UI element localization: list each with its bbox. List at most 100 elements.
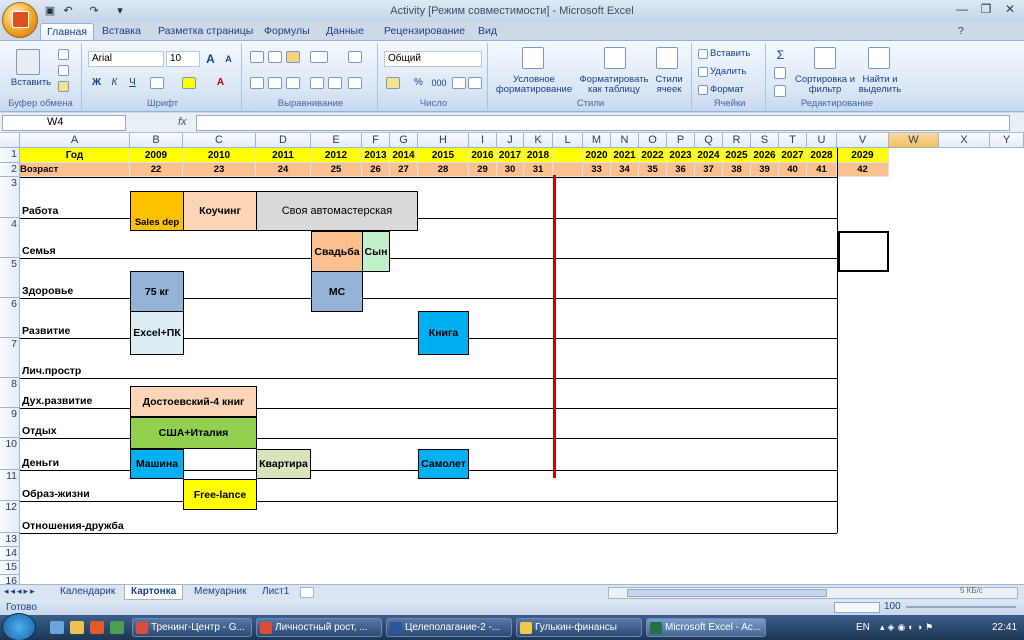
clear-icon[interactable] [774, 85, 786, 97]
column-header-d[interactable]: D [256, 133, 311, 148]
grow-font-button[interactable]: A [202, 51, 219, 67]
percent-button[interactable]: % [410, 75, 427, 91]
cell-year[interactable]: 2011 [256, 148, 311, 163]
excel-quicklaunch-icon[interactable] [110, 621, 124, 634]
cell-year[interactable] [553, 148, 583, 163]
scroll-thumb[interactable] [627, 589, 827, 597]
tab-review[interactable]: Рецензирование [378, 23, 471, 40]
orientation-icon[interactable] [310, 51, 328, 63]
cell-age[interactable]: 40 [779, 163, 807, 177]
office-button[interactable] [2, 2, 38, 38]
cell-year[interactable]: 2014 [390, 148, 418, 163]
block-apartment[interactable]: Квартира [256, 449, 311, 479]
row-header-3[interactable]: 3 [0, 177, 20, 218]
cell-age-label[interactable]: Возраст [20, 163, 130, 177]
cell-age[interactable]: 28 [418, 163, 469, 177]
category-label[interactable]: Семья [20, 218, 130, 258]
cell-year[interactable]: 2017 [497, 148, 524, 163]
language-indicator[interactable]: EN [856, 622, 870, 633]
merge-center-icon[interactable] [348, 77, 362, 89]
row-header-7[interactable]: 7 [0, 338, 20, 378]
sheet-tab-memoir[interactable]: Мемуарник [188, 585, 253, 600]
paste-button[interactable]: Вставить [4, 78, 58, 88]
cell-year[interactable]: 2025 [723, 148, 751, 163]
column-header-o[interactable]: O [639, 133, 667, 148]
wrap-text-icon[interactable] [348, 51, 362, 63]
conditional-format-icon[interactable] [522, 47, 544, 69]
cell-year[interactable]: 2010 [183, 148, 256, 163]
cell-year[interactable]: 2012 [311, 148, 362, 163]
row-header-14[interactable]: 14 [0, 547, 20, 561]
column-header-x[interactable]: X [939, 133, 990, 148]
thousands-button[interactable]: 000 [428, 75, 450, 91]
insert-cells-button[interactable]: Вставить [710, 49, 760, 59]
row-header-8[interactable]: 8 [0, 378, 20, 408]
format-painter-icon[interactable] [58, 81, 69, 92]
row-header-4[interactable]: 4 [0, 218, 20, 258]
align-left-icon[interactable] [250, 77, 264, 89]
cell-year[interactable]: 2026 [751, 148, 779, 163]
start-button[interactable] [2, 613, 36, 640]
block-wedding[interactable]: Свадьба [311, 231, 363, 272]
restore-button[interactable]: ❐ [976, 1, 996, 17]
column-header-n[interactable]: N [611, 133, 639, 148]
borders-icon[interactable] [150, 77, 164, 89]
cell-year[interactable]: 2020 [583, 148, 611, 163]
row-header-16[interactable]: 16 [0, 575, 20, 584]
cell-year[interactable]: 2027 [779, 148, 807, 163]
conditional-format-button[interactable]: Условное форматирование [492, 75, 576, 95]
tab-page-layout[interactable]: Разметка страницы [152, 23, 259, 40]
zoom-slider[interactable] [906, 606, 1016, 608]
formula-input[interactable] [196, 115, 1010, 131]
paste-icon[interactable] [16, 49, 40, 75]
show-desktop-icon[interactable] [50, 621, 64, 634]
column-header-c[interactable]: C [183, 133, 256, 148]
cell-year[interactable]: 2015 [418, 148, 469, 163]
cell-age[interactable]: 42 [837, 163, 889, 177]
category-label[interactable]: Отдых [20, 408, 130, 438]
category-label[interactable]: Развитие [20, 298, 130, 338]
category-label[interactable]: Отношения-дружба [20, 501, 130, 533]
shrink-font-button[interactable]: A [220, 51, 237, 67]
firefox-icon[interactable] [90, 621, 104, 634]
horizontal-scrollbar[interactable] [608, 587, 1018, 599]
column-header-e[interactable]: E [311, 133, 362, 148]
cell-year[interactable]: 2018 [524, 148, 553, 163]
increase-decimal-icon[interactable] [452, 77, 466, 89]
cell-year[interactable]: 2029 [837, 148, 889, 163]
category-label[interactable]: Здоровье [20, 258, 130, 298]
cell-styles-icon[interactable] [656, 47, 678, 69]
cell-age[interactable]: 23 [183, 163, 256, 177]
sort-filter-icon[interactable] [814, 47, 836, 69]
sheet-nav-icon[interactable]: ◂◂◂▸▸ [4, 586, 37, 597]
column-header-v[interactable]: V [837, 133, 889, 148]
align-middle-icon[interactable] [268, 51, 282, 63]
tab-home[interactable]: Главная [40, 23, 94, 40]
cell-age[interactable]: 38 [723, 163, 751, 177]
fx-icon[interactable]: fx [178, 116, 187, 128]
tab-insert[interactable]: Вставка [96, 23, 147, 40]
fill-color-icon[interactable] [182, 77, 196, 89]
sheet-tab-calendar[interactable]: Календарик [54, 585, 121, 600]
column-header-j[interactable]: J [497, 133, 524, 148]
cell-age[interactable]: 26 [362, 163, 390, 177]
block-autoshop[interactable]: Своя автомастерская [256, 191, 418, 231]
category-label[interactable]: Образ-жизни [20, 470, 130, 501]
row-header-15[interactable]: 15 [0, 561, 20, 575]
column-header-q[interactable]: Q [695, 133, 723, 148]
cell-year-label[interactable]: Год [20, 148, 130, 163]
column-header-u[interactable]: U [807, 133, 837, 148]
cell-age[interactable]: 33 [583, 163, 611, 177]
cell-age[interactable]: 36 [667, 163, 695, 177]
row-header-6[interactable]: 6 [0, 298, 20, 338]
cell-age[interactable]: 22 [130, 163, 183, 177]
cell-age[interactable] [553, 163, 583, 177]
format-as-table-icon[interactable] [604, 47, 626, 69]
tab-formulas[interactable]: Формулы [258, 23, 316, 40]
find-select-button[interactable]: Найти и выделить [856, 75, 904, 95]
cell-age[interactable]: 41 [807, 163, 837, 177]
column-header-p[interactable]: P [667, 133, 695, 148]
view-buttons-icon[interactable] [834, 602, 880, 613]
format-cells-button[interactable]: Формат [710, 85, 760, 95]
cell-age[interactable]: 34 [611, 163, 639, 177]
